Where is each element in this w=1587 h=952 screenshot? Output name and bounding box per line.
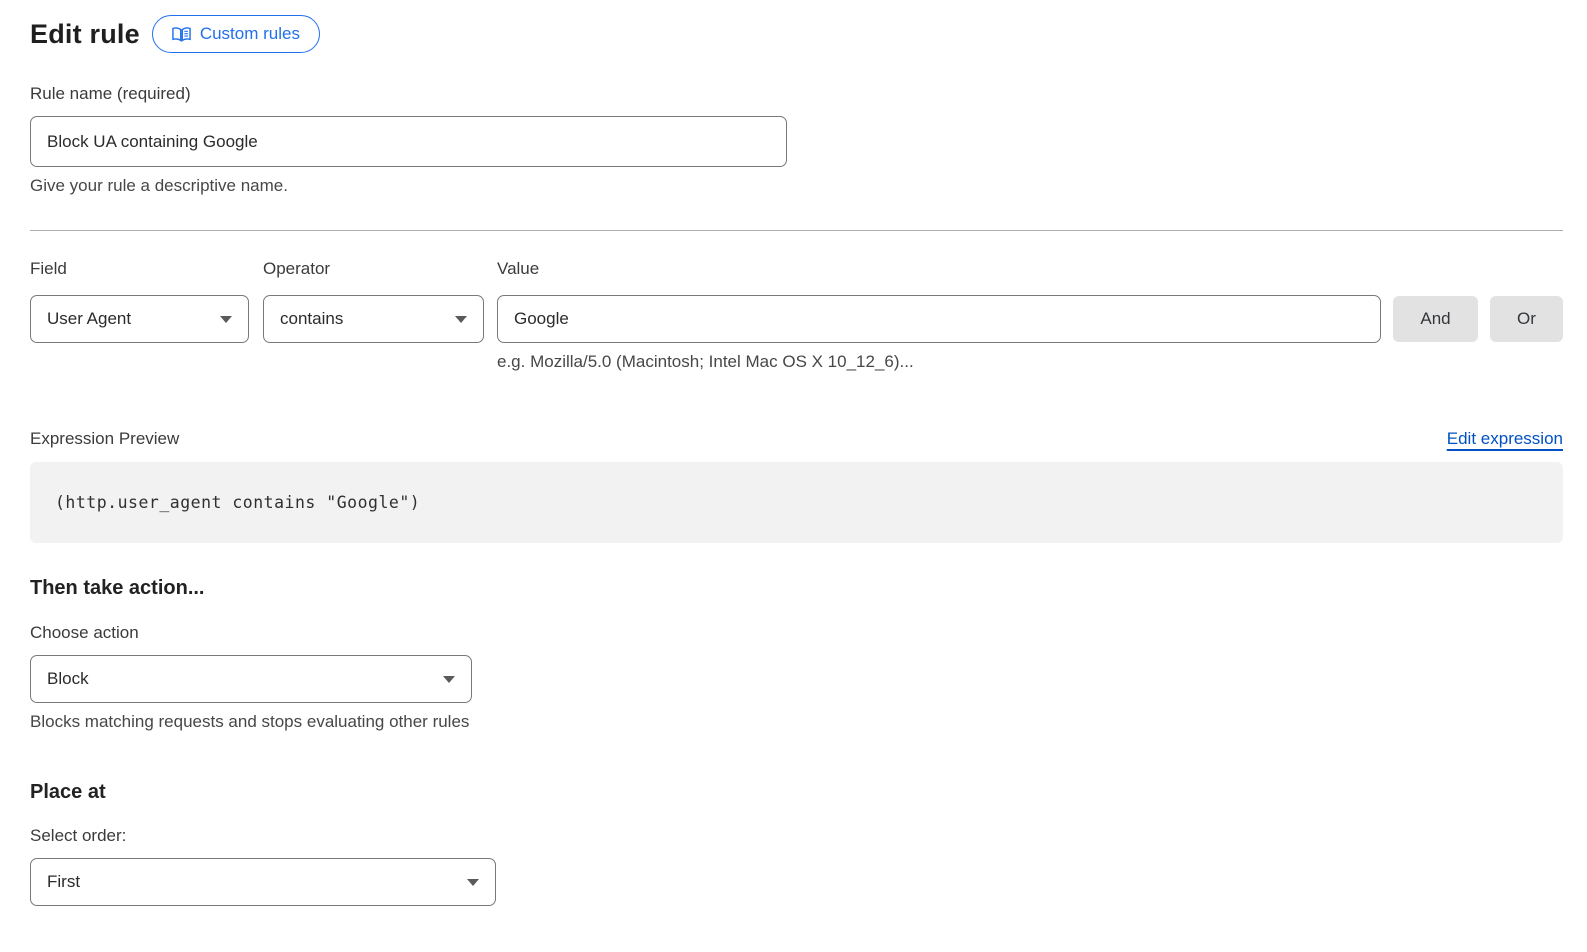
chevron-down-icon	[455, 316, 467, 323]
or-button[interactable]: Or	[1490, 296, 1563, 342]
select-order-label: Select order:	[30, 826, 1563, 846]
and-button[interactable]: And	[1393, 296, 1478, 342]
operator-select-value: contains	[280, 309, 343, 329]
choose-action-label: Choose action	[30, 623, 1563, 643]
chevron-down-icon	[443, 676, 455, 683]
chevron-down-icon	[220, 316, 232, 323]
expression-builder: Field Operator Value User Agent contains…	[30, 259, 1563, 372]
custom-rules-badge[interactable]: Custom rules	[152, 15, 320, 53]
order-select-value: First	[47, 872, 80, 892]
order-select[interactable]: First	[30, 858, 496, 906]
operator-select[interactable]: contains	[263, 295, 484, 343]
field-select[interactable]: User Agent	[30, 295, 249, 343]
rule-name-section: Rule name (required) Give your rule a de…	[30, 84, 1563, 196]
rule-name-label: Rule name (required)	[30, 84, 1563, 104]
place-at-heading: Place at	[30, 781, 1563, 804]
edit-rule-page: Edit rule Custom rules Rule name (requir…	[0, 0, 1563, 906]
placement-section: Place at Select order: First	[30, 781, 1563, 906]
edit-expression-link[interactable]: Edit expression	[1447, 429, 1563, 449]
page-title: Edit rule	[30, 19, 140, 50]
action-section: Then take action... Choose action Block …	[30, 577, 1563, 732]
chevron-down-icon	[467, 879, 479, 886]
action-heading: Then take action...	[30, 577, 1563, 600]
field-select-value: User Agent	[47, 309, 131, 329]
action-select[interactable]: Block	[30, 655, 472, 703]
operator-label: Operator	[263, 259, 497, 279]
custom-rules-badge-label: Custom rules	[200, 24, 300, 44]
section-divider	[30, 230, 1563, 231]
rule-name-input[interactable]	[30, 116, 787, 167]
open-book-icon	[172, 26, 191, 43]
expression-preview-header: Expression Preview Edit expression	[30, 429, 1563, 449]
expression-code-block: (http.user_agent contains "Google")	[30, 462, 1563, 543]
value-input[interactable]	[497, 295, 1381, 343]
page-header: Edit rule Custom rules	[30, 15, 1563, 53]
expression-preview-label: Expression Preview	[30, 429, 179, 449]
field-label: Field	[30, 259, 263, 279]
rule-name-helper: Give your rule a descriptive name.	[30, 176, 1563, 196]
expression-code: (http.user_agent contains "Google")	[55, 493, 420, 512]
builder-labels-row: Field Operator Value	[30, 259, 1563, 279]
value-helper: e.g. Mozilla/5.0 (Macintosh; Intel Mac O…	[497, 352, 1563, 372]
expression-preview-section: Expression Preview Edit expression (http…	[30, 429, 1563, 543]
value-label: Value	[497, 259, 539, 279]
builder-controls-row: User Agent contains And Or	[30, 295, 1563, 343]
action-helper: Blocks matching requests and stops evalu…	[30, 712, 1563, 732]
action-select-value: Block	[47, 669, 89, 689]
